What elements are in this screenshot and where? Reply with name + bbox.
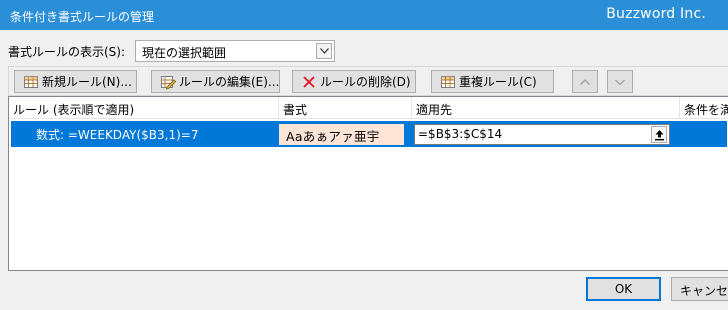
move-up-button[interactable] — [572, 70, 598, 93]
delete-rule-label: ルールの削除(D) — [320, 75, 411, 89]
show-rules-selected: 現在の選択範囲 — [142, 46, 227, 60]
table-row[interactable]: 数式: =WEEKDAY($B3,1)=7 Aaあぁアァ亜宇 =$B$3:$C$… — [11, 121, 727, 147]
rule-description: 数式: =WEEKDAY($B3,1)=7 — [36, 128, 199, 142]
edit-rule-label: ルールの編集(E)... — [179, 75, 280, 89]
applies-to-field[interactable]: =$B$3:$C$14 — [414, 124, 670, 145]
column-header-stop-if-true[interactable]: 条件を満 — [680, 97, 728, 119]
range-picker-icon[interactable] — [651, 126, 667, 143]
column-header-rule[interactable]: ルール (表示順で適用) — [9, 97, 279, 119]
duplicate-rule-button[interactable]: 重複ルール(C) — [431, 70, 554, 93]
delete-icon — [301, 74, 317, 90]
duplicate-rule-label: 重複ルール(C) — [459, 75, 537, 89]
edit-rule-button[interactable]: ルールの編集(E)... — [151, 70, 280, 93]
rules-list: ルール (表示順で適用) 書式 適用先 条件を満 数式: =WEEKDAY($B… — [8, 96, 728, 271]
chevron-down-icon[interactable] — [316, 43, 332, 59]
format-preview: Aaあぁアァ亜宇 — [279, 124, 404, 145]
column-header-format[interactable]: 書式 — [279, 97, 412, 119]
duplicate-rule-icon — [440, 74, 456, 90]
title-bar: 条件付き書式ルールの管理 Buzzword Inc. — [0, 0, 728, 30]
show-rules-label: 書式ルールの表示(S): — [8, 45, 126, 59]
chevron-down-icon — [612, 74, 628, 90]
column-header-applies-to[interactable]: 適用先 — [412, 97, 680, 119]
new-rule-button[interactable]: 新規ルール(N)... — [14, 70, 137, 93]
new-rule-icon — [23, 74, 39, 90]
edit-rule-icon — [160, 74, 177, 90]
window-title: 条件付き書式ルールの管理 — [10, 10, 155, 24]
move-down-button[interactable] — [607, 70, 633, 93]
rules-toolbar: 新規ルール(N)... ルールの編集(E)... ルールの削除(D) 重複ルール… — [8, 66, 728, 96]
show-rules-dropdown[interactable]: 現在の選択範囲 — [135, 40, 335, 62]
delete-rule-button[interactable]: ルールの削除(D) — [292, 70, 416, 93]
ok-button[interactable]: OK — [586, 277, 661, 301]
chevron-up-icon — [577, 74, 593, 90]
cancel-button[interactable]: キャンセル — [671, 277, 728, 301]
brand-watermark: Buzzword Inc. — [606, 6, 706, 22]
new-rule-label: 新規ルール(N)... — [42, 75, 132, 89]
show-rules-row: 書式ルールの表示(S): 現在の選択範囲 — [8, 40, 728, 62]
applies-to-value: =$B$3:$C$14 — [418, 127, 503, 141]
